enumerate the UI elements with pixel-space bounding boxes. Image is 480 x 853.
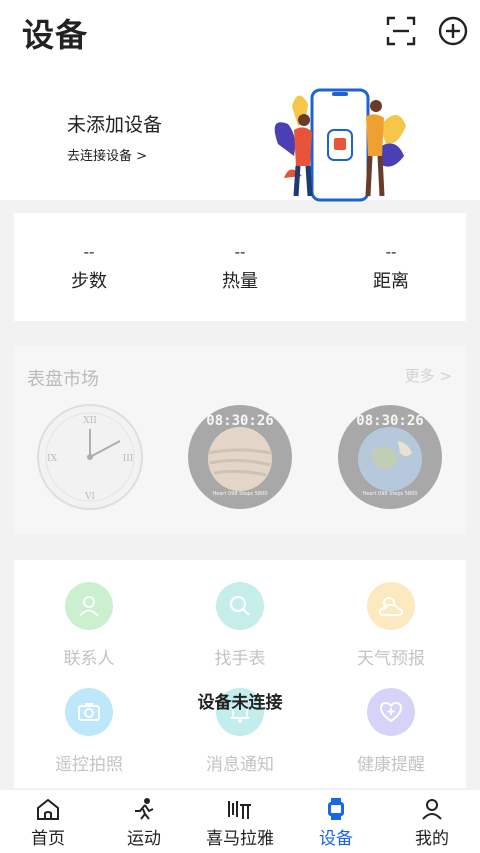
market-title: 表盘市场 [27,369,99,390]
function-label: 健康提醒 [357,755,425,775]
toast-message: 设备未连接 [197,693,283,713]
tab-device[interactable]: 设备 [288,796,384,849]
runner-icon [96,796,192,822]
function-label: 消息通知 [206,755,274,775]
function-weather[interactable]: 天气预报 [316,582,466,669]
watchface-analog[interactable]: XII III VI IX [36,403,144,511]
weather-icon [367,582,415,630]
ximalaya-icon [192,796,288,822]
stat-value: -- [83,243,95,261]
tab-label: 我的 [415,829,449,849]
person-icon [384,796,480,822]
function-label: 找手表 [214,649,266,669]
stat-label: 距离 [373,271,409,292]
function-contacts[interactable]: 联系人 [14,582,164,669]
function-grid: 联系人 找手表 天气预报 遥控拍照 消息通知 健康提醒 [14,560,466,788]
watchface-steps: Heart 098 Steps 5800 [212,491,268,497]
bottom-tab-bar: 首页 运动 喜马拉雅 设备 我的 [0,790,480,853]
tab-label: 喜马拉雅 [206,829,274,849]
svg-text:VI: VI [84,492,95,502]
stat-value: -- [385,243,397,261]
header: 设备 未添加设备 去连接设备 > [0,0,480,202]
function-label: 联系人 [63,649,115,669]
add-device-icon[interactable] [438,16,468,46]
watch-icon [288,796,384,822]
home-icon [0,796,96,822]
function-health-reminder[interactable]: 健康提醒 [316,688,466,775]
device-status: 未添加设备 [67,114,163,136]
stats-panel: -- 步数 -- 热量 -- 距离 [14,213,466,321]
svg-text:IX: IX [47,454,58,464]
function-find-watch[interactable]: 找手表 [165,582,315,669]
tab-mine[interactable]: 我的 [384,796,480,849]
stat-label: 热量 [222,271,258,292]
tab-label: 首页 [31,829,65,849]
watchface-time: 08:30:26 [356,413,424,429]
watchface-steps: Heart 098 Steps 5800 [362,491,418,497]
stat-label: 步数 [71,271,107,292]
tab-ximalaya[interactable]: 喜马拉雅 [192,796,288,849]
search-icon [216,582,264,630]
tab-sport[interactable]: 运动 [96,796,192,849]
stat-value: -- [234,243,246,261]
watchface-time: 08:30:26 [206,413,274,429]
stat-calories: -- 热量 [165,243,315,293]
function-label: 遥控拍照 [55,755,123,775]
watchface-market: 表盘市场 更多 > XII III VI IX 08:30:26 Heart 098… [14,347,466,533]
scan-icon[interactable] [386,16,416,46]
page-title: 设备 [22,16,89,54]
svg-text:XII: XII [83,416,97,426]
svg-text:III: III [123,454,134,464]
stat-steps: -- 步数 [14,243,164,293]
stat-distance: -- 距离 [316,243,466,293]
contact-icon [65,582,113,630]
function-label: 天气预报 [357,649,425,669]
heart-plus-icon [367,688,415,736]
function-remote-camera[interactable]: 遥控拍照 [14,688,164,775]
tab-home[interactable]: 首页 [0,796,96,849]
camera-icon [65,688,113,736]
tab-label: 运动 [127,829,161,849]
market-more-link[interactable]: 更多 > [405,365,452,386]
connect-device-link[interactable]: 去连接设备 > [67,145,147,164]
device-illustration [274,88,406,202]
tab-label: 设备 [319,829,353,849]
